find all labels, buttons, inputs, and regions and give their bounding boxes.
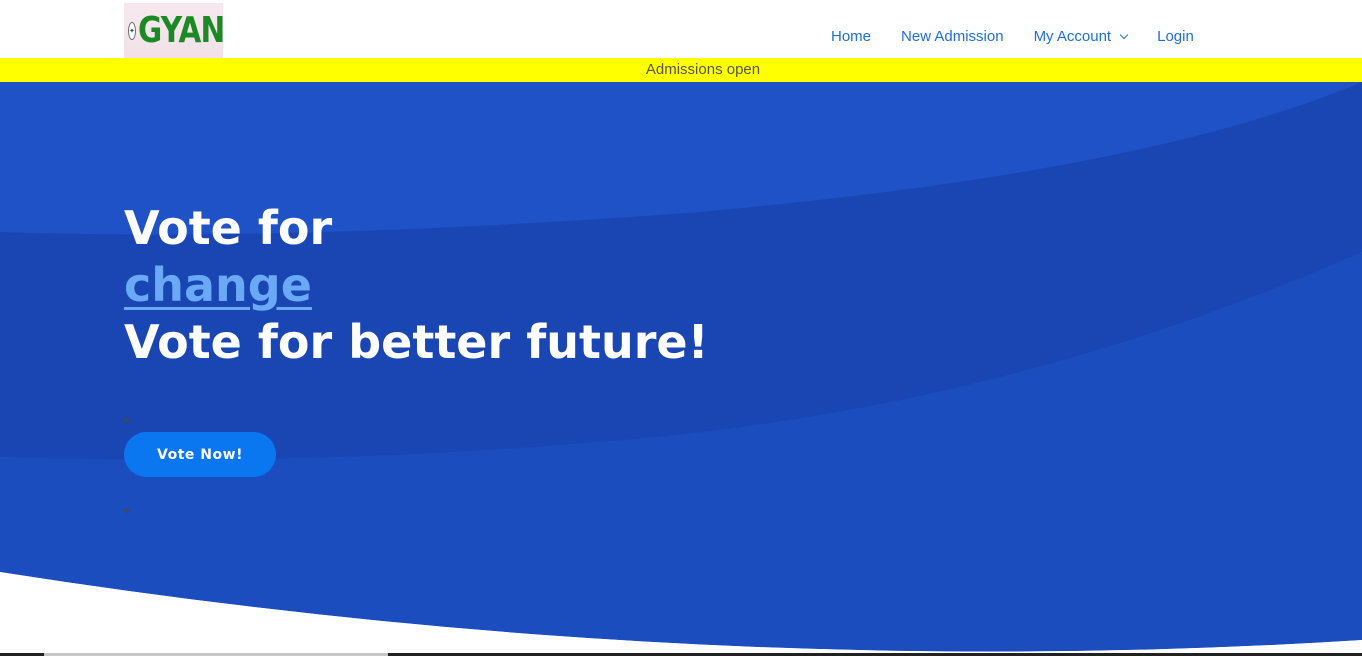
bullet-dot <box>124 508 129 513</box>
site-logo[interactable]: ✦ GYAN <box>124 3 223 58</box>
hero-section: Vote for change Vote for better future! … <box>0 82 1362 656</box>
site-header: ✦ GYAN Home New Admission My Account Log… <box>0 0 1362 58</box>
nav-home-link[interactable]: Home <box>831 28 871 45</box>
logo-text: GYAN <box>137 9 223 51</box>
main-nav: Home New Admission My Account Login <box>831 28 1194 45</box>
bullet-dot <box>124 418 129 423</box>
vote-now-button[interactable]: Vote Now! <box>124 432 276 477</box>
nav-new-admission-link[interactable]: New Admission <box>901 28 1004 45</box>
announcement-text: Admissions open <box>645 61 761 78</box>
hero-highlight-link[interactable]: change <box>124 258 312 312</box>
hero-line-3: Vote for better future! <box>124 315 709 369</box>
hero-heading: Vote for change Vote for better future! <box>124 200 709 371</box>
chevron-down-icon[interactable] <box>1119 30 1129 39</box>
nav-my-account-label: My Account <box>1033 28 1112 45</box>
emblem-icon: ✦ <box>128 21 136 40</box>
nav-login-link[interactable]: Login <box>1157 28 1194 45</box>
announcement-bar: Admissions open <box>0 58 1362 82</box>
hero-line-1: Vote for <box>124 201 333 255</box>
hero-line-2: change <box>124 257 709 314</box>
nav-my-account-link[interactable]: My Account <box>1033 28 1129 45</box>
